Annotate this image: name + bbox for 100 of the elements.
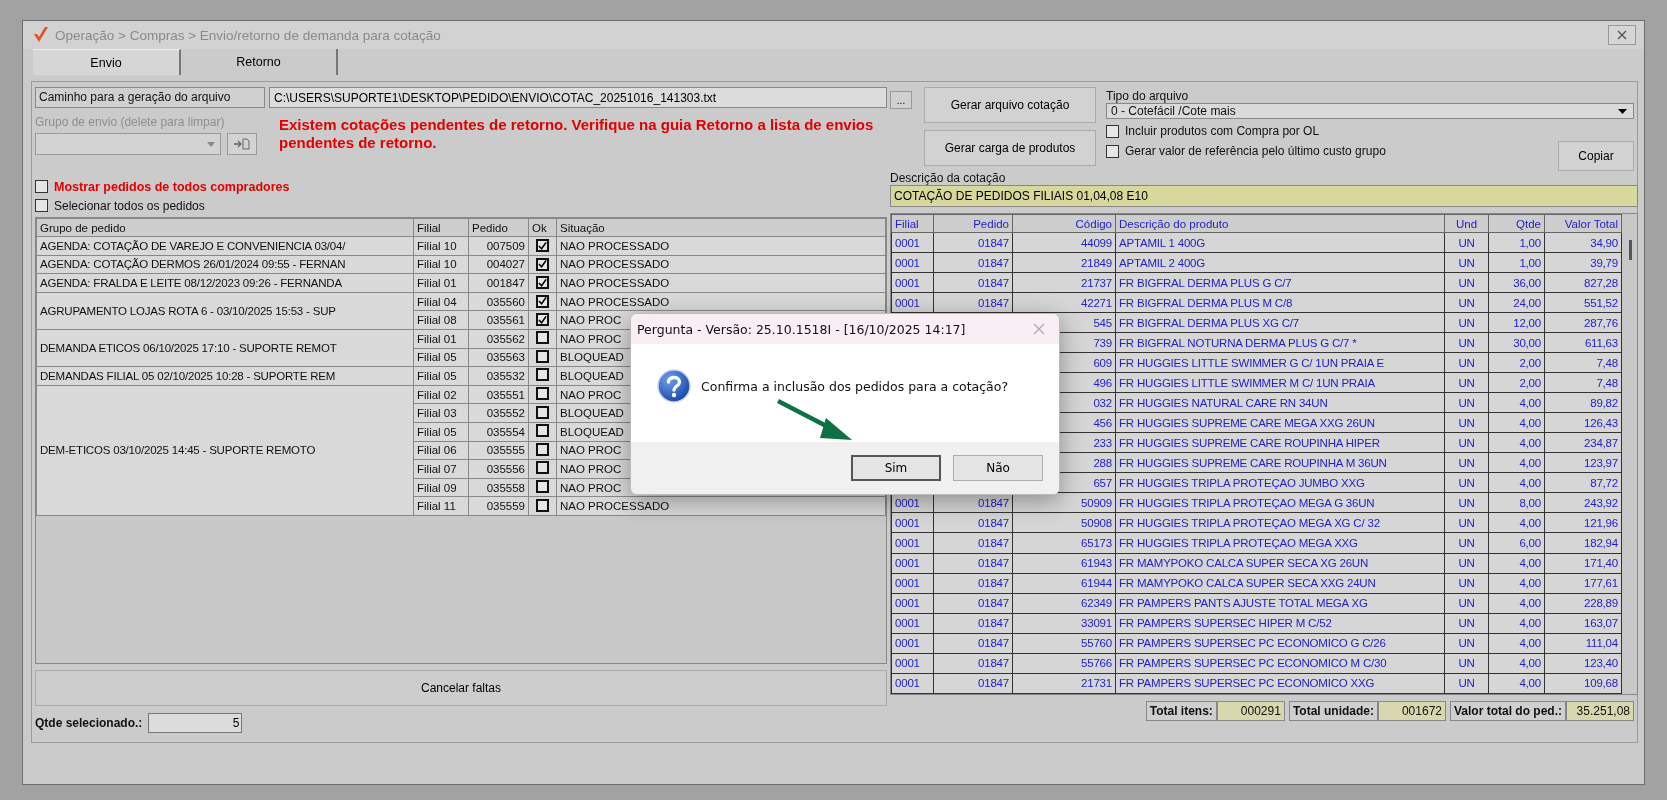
table-cell: 01847 [978,617,1009,630]
column-header: Situação [556,218,886,237]
table-cell: UN [1458,256,1475,269]
checkbox[interactable] [536,498,549,512]
cancel-shortages-button[interactable]: Cancelar faltas [35,670,887,706]
close-icon [1033,323,1045,335]
table-cell: NAO PROC [560,314,622,327]
table-cell: 01847 [978,577,1009,590]
checkbox[interactable] [536,405,549,419]
checkbox[interactable] [35,180,48,193]
table-cell: 0001 [895,236,920,249]
action-button[interactable]: Gerar carga de produtos [924,130,1096,166]
table-cell: 6,00 [1519,537,1541,549]
selected-count-label: Qtde selecionado.: [35,716,143,730]
table-cell: 4,00 [1519,557,1541,569]
checkbox[interactable] [1106,144,1119,158]
checkbox[interactable] [536,368,549,382]
table-cell: FR HUGGIES SUPREME CARE ROUPINHA M 36UN [1119,456,1387,469]
table-cell: 24,00 [1513,296,1541,309]
table-cell: 4,00 [1519,396,1541,409]
table-cell: 0001 [895,276,920,289]
table-cell: FR MAMYPOKO CALCA SUPER SECA XG 26UN [1119,557,1369,569]
column-header: Grupo de pedido [36,218,414,237]
table-cell: 4,00 [1519,416,1541,429]
table-cell: 4,00 [1519,577,1541,590]
tab[interactable]: Retorno [181,49,338,75]
table-cell: FR BIGFRAL DERMA PLUS XG C/7 [1119,316,1299,329]
selected-count-field[interactable]: 5 [148,713,243,733]
description-field[interactable]: COTAÇÃO DE PEDIDOS FILIAIS 01,04,08 E10 [890,185,1638,207]
checkbox[interactable] [536,294,549,308]
table-cell: UN [1458,356,1475,369]
table-cell: 50909 [1081,496,1112,509]
checkbox[interactable] [536,442,549,456]
checkbox[interactable] [536,349,549,363]
checkbox[interactable] [536,480,549,493]
checkbox[interactable] [1106,124,1119,138]
checkbox[interactable] [536,239,549,253]
table-cell: 7,48 [1596,376,1618,389]
action-button[interactable]: Gerar arquivo cotação [924,87,1096,123]
table-cell: 234,87 [1584,436,1618,449]
dialog-message: Confirma a inclusão dos pedidos para a cotação? [701,378,1009,394]
table-cell: 21849 [1081,256,1112,269]
table-cell: 496 [1093,376,1112,389]
copy-button[interactable]: Copiar [1558,141,1634,171]
table-cell: 739 [1093,336,1112,349]
table-cell: UN [1458,296,1475,309]
table-cell: 0001 [895,677,920,690]
checkbox[interactable] [536,331,549,345]
table-cell: UN [1458,476,1475,489]
option-label: Incluir produtos com Compra por OL [1125,124,1320,138]
dialog-button[interactable]: Não [953,455,1043,481]
close-button[interactable] [1608,25,1636,45]
table-cell: 01847 [978,296,1009,309]
table-cell: FR HUGGIES SUPREME CARE ROUPINHA HIPER [1119,436,1380,449]
path-field[interactable]: C:\USERS\SUPORTE1\DESKTOP\PEDIDO\ENVIO\COTAC_20251016_141303.txt [269,87,887,108]
table-cell: 0001 [895,537,920,549]
file-type-dropdown[interactable]: 0 - Cotefácil /Cote mais [1106,103,1634,119]
table-cell: UN [1458,637,1475,650]
table-cell: 8,00 [1519,496,1541,509]
warning-message: Existem cotações pendentes de retorno. Verifique na guia Retorno a lista de envios pendentes de retorno. [279,116,875,153]
table-cell: 7,48 [1596,356,1618,369]
table-cell: 1,00 [1519,236,1541,249]
table-cell: FR BIGFRAL DERMA PLUS M C/8 [1119,296,1293,309]
total-value: 000291 [1216,701,1285,721]
dialog-title: Pergunta - Versão: 25.10.1518I - [16/10/2025 14:17] [637,321,966,337]
dropdown-arrow-icon [207,142,215,147]
column-header: Filial [891,214,934,233]
checkbox[interactable] [35,199,48,212]
checkbox[interactable] [536,313,549,327]
table-cell: 456 [1093,416,1112,429]
dialog-button[interactable]: Sim [851,455,941,481]
table-cell: 182,94 [1584,537,1618,549]
table-cell: 39,79 [1590,256,1618,269]
table-cell: 01847 [978,516,1009,529]
table-cell: 55766 [1081,657,1112,670]
table-cell: FR HUGGIES TRIPLA PROTEÇAO MEGA XXG [1119,537,1358,549]
table-cell: 4,00 [1519,516,1541,529]
table-cell: UN [1458,236,1475,249]
checkbox[interactable] [536,276,549,290]
browse-button[interactable]: ... [890,91,912,109]
table-cell: 01847 [978,557,1009,569]
column-header: Pedido [933,214,1013,233]
table-cell: 01847 [978,657,1009,670]
table-cell: 21731 [1081,677,1112,690]
table-cell: 44099 [1081,236,1112,249]
table-cell: 01847 [978,597,1009,610]
checkbox[interactable] [536,257,549,271]
table-cell: 01847 [978,276,1009,289]
table-cell: 0001 [895,577,920,590]
table-cell: UN [1458,436,1475,449]
table-cell: APTAMIL 2 400G [1119,256,1206,269]
apply-group-button[interactable] [227,133,257,155]
table-cell: FR PAMPERS SUPERSEC PC ECONOMICO M C/30 [1119,657,1387,670]
checkbox[interactable] [536,461,549,475]
tab[interactable]: Envio [33,49,181,75]
table-cell: 4,00 [1519,597,1541,610]
checkbox[interactable] [536,424,549,438]
table-cell: 123,97 [1584,456,1618,469]
table-cell: UN [1458,557,1475,569]
checkbox[interactable] [536,387,549,401]
